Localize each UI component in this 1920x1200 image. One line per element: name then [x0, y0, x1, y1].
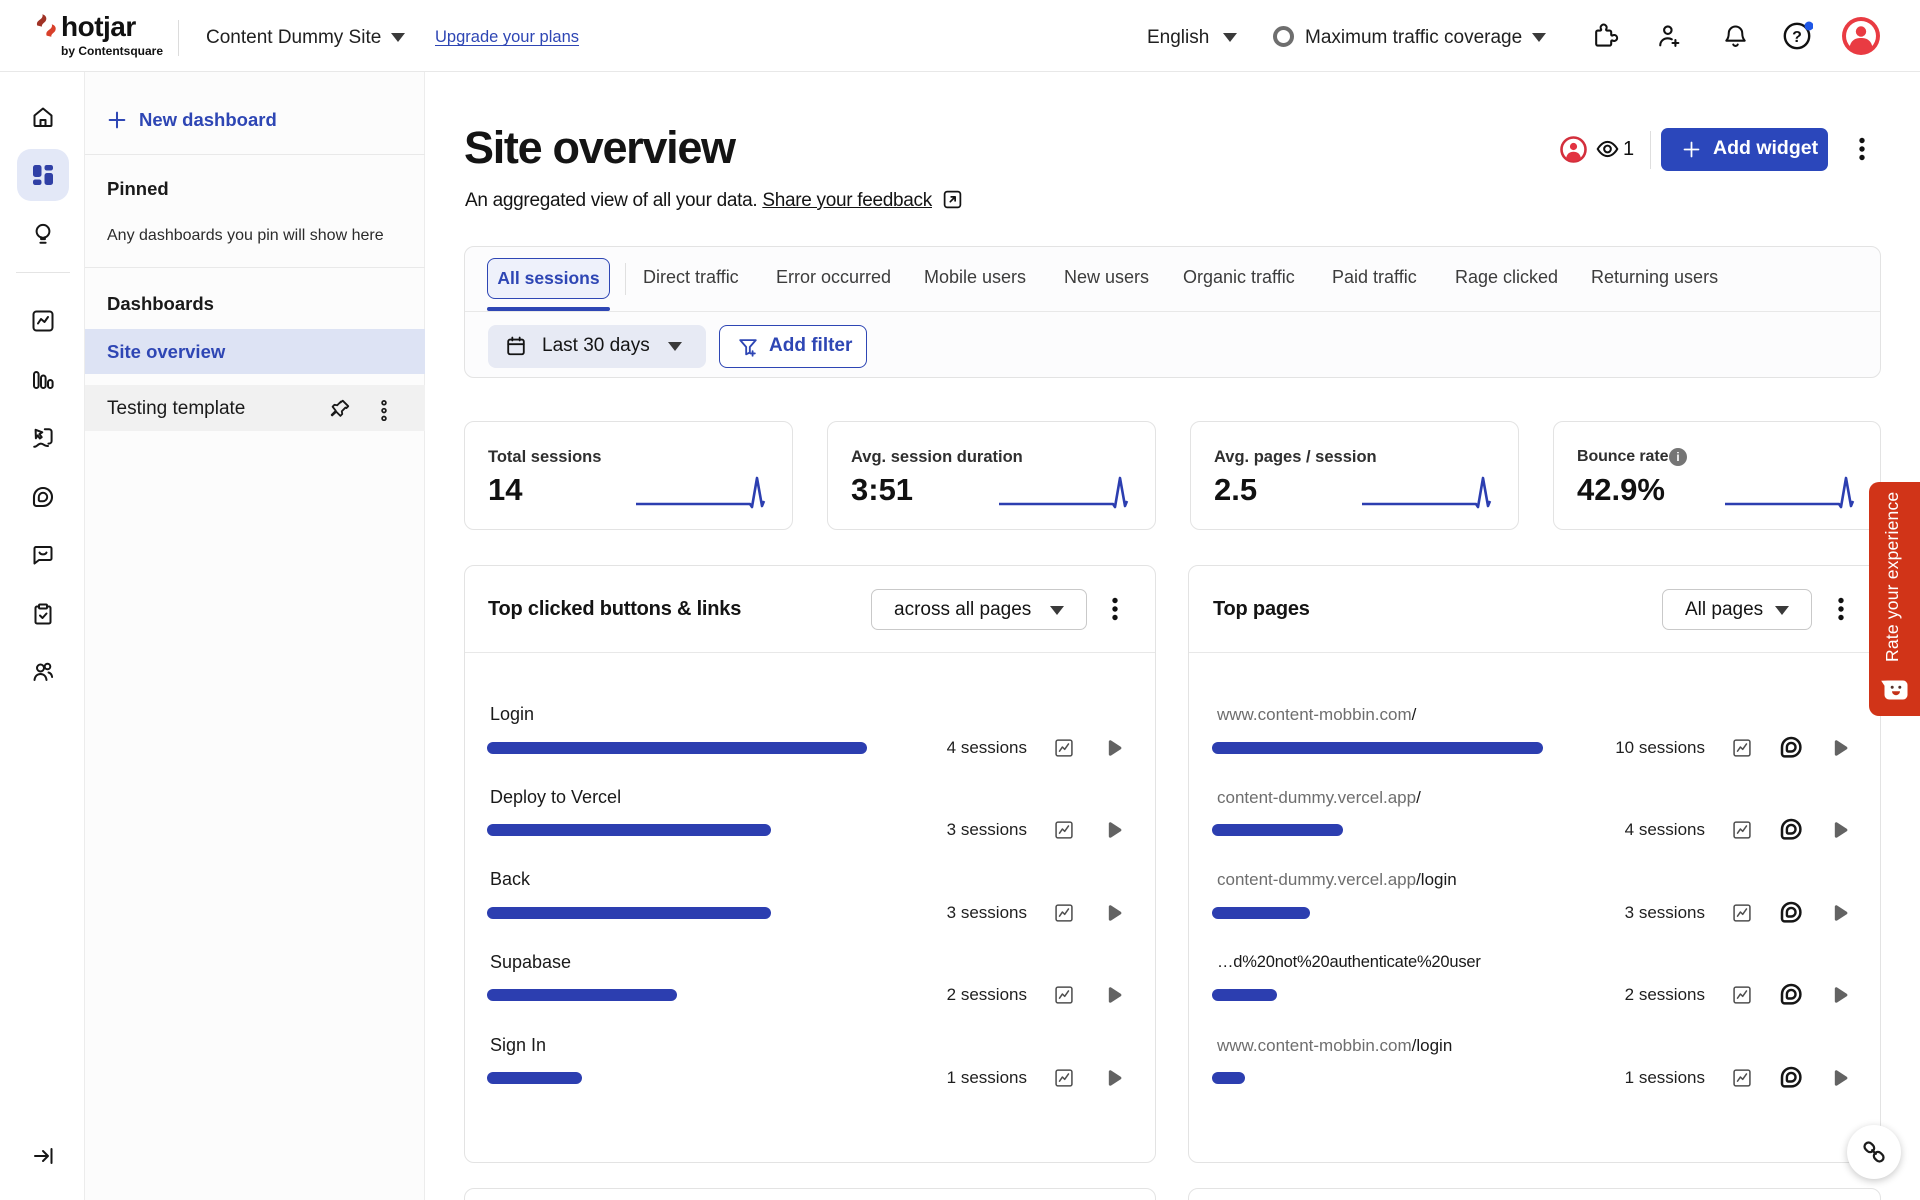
svg-text:?: ? [1792, 29, 1802, 46]
svg-text:i: i [1676, 451, 1679, 464]
